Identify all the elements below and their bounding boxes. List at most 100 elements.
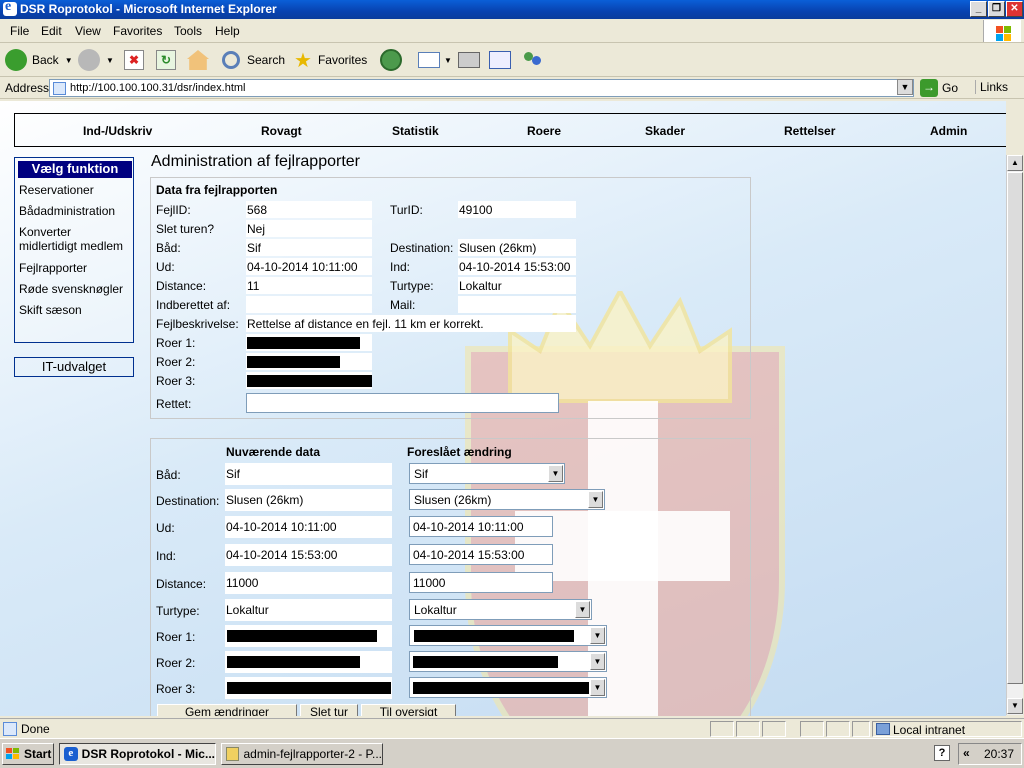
address-dropdown-button[interactable]: ▼: [897, 79, 913, 95]
nav-roere[interactable]: Roere: [527, 124, 561, 138]
destination-select[interactable]: Slusen (26km) ▼: [409, 489, 605, 510]
scroll-up-arrow-icon[interactable]: ▲: [1007, 155, 1023, 171]
favorites-button[interactable]: ★ Favorites: [294, 49, 367, 72]
back-to-overview-button[interactable]: Til oversigt: [361, 704, 456, 716]
refresh-icon: ↻: [156, 50, 176, 70]
menu-edit[interactable]: Edit: [41, 24, 62, 38]
messenger-button[interactable]: [522, 49, 544, 71]
menu-bar: File Edit View Favorites Tools Help: [0, 19, 1024, 43]
start-label: Start: [24, 747, 52, 761]
ind-input[interactable]: 04-10-2014 15:53:00: [409, 544, 553, 565]
roer3-select-redaction: [413, 682, 589, 694]
roer3-select[interactable]: ▼: [409, 677, 607, 698]
chevron-down-icon: ▼: [590, 653, 605, 670]
history-button[interactable]: [380, 49, 402, 71]
sidebar-item-konverter[interactable]: Konverter midlertidigt medlem: [19, 225, 123, 253]
menu-favorites[interactable]: Favorites: [113, 24, 162, 38]
back-label: Back: [32, 53, 59, 67]
baad-select-value: Sif: [414, 467, 429, 481]
back-arrow-icon: [5, 49, 27, 71]
search-icon: [222, 51, 240, 69]
home-icon: [187, 50, 209, 70]
nav-skader[interactable]: Skader: [645, 124, 685, 138]
go-button[interactable]: → Go: [920, 79, 958, 97]
scrollbar-thumb[interactable]: [1007, 172, 1023, 684]
home-button[interactable]: [187, 49, 209, 71]
nav-ind-udskriv[interactable]: Ind-/Udskriv: [83, 124, 152, 138]
refresh-button[interactable]: ↻: [156, 49, 176, 71]
sidebar-item-baadadministration[interactable]: Bådadministration: [19, 204, 115, 218]
cmp-roer1-redaction: [227, 630, 377, 642]
menu-help[interactable]: Help: [215, 24, 240, 38]
task-ie-window[interactable]: e DSR Roprotokol - Mic...: [59, 743, 216, 765]
start-button[interactable]: Start: [2, 743, 54, 765]
destination-value: Slusen (26km): [458, 239, 576, 256]
distance-value: 11: [246, 277, 372, 294]
menu-view[interactable]: View: [75, 24, 101, 38]
fejlbeskrivelse-value: Rettelse af distance en fejl. 11 km er k…: [246, 315, 576, 332]
rettet-input[interactable]: [246, 393, 559, 413]
page-icon: [3, 722, 17, 736]
ud-input[interactable]: 04-10-2014 10:11:00: [409, 516, 553, 537]
scroll-down-arrow-icon[interactable]: ▼: [1007, 698, 1023, 714]
sidebar: Vælg funktion Reservationer Bådadministr…: [14, 157, 134, 343]
cmp-baad-current: Sif: [225, 463, 392, 485]
baad-select[interactable]: Sif ▼: [409, 463, 565, 484]
help-icon[interactable]: ?: [934, 745, 950, 761]
roer1-redaction: [247, 337, 360, 349]
window-title-bar[interactable]: DSR Roprotokol - Microsoft Internet Expl…: [0, 0, 1024, 19]
it-udvalget-button[interactable]: IT-udvalget: [14, 357, 134, 377]
nav-statistik[interactable]: Statistik: [392, 124, 439, 138]
menu-tools[interactable]: Tools: [174, 24, 202, 38]
minimize-button[interactable]: _: [970, 1, 987, 17]
chevron-down-icon: ▼: [548, 465, 563, 482]
baad-value: Sif: [246, 239, 372, 256]
chevron-down-icon: ▼: [575, 601, 590, 618]
roer2-redaction: [247, 356, 340, 368]
links-button[interactable]: Links: [975, 80, 1008, 94]
menu-file[interactable]: File: [10, 24, 29, 38]
restore-button[interactable]: ❐: [988, 1, 1005, 17]
mail-button[interactable]: ▼: [418, 49, 452, 71]
sidebar-item-roede-svensknoegler[interactable]: Røde svensknøgler: [19, 282, 123, 296]
fejlid-value: 568: [246, 201, 372, 218]
stop-button[interactable]: ✖: [124, 49, 144, 71]
search-button[interactable]: Search: [222, 49, 285, 71]
roer1-select[interactable]: ▼: [409, 625, 607, 646]
status-segment: [762, 721, 786, 737]
forward-button[interactable]: ▼: [78, 49, 114, 71]
indberettet-label: Indberettet af:: [156, 298, 231, 312]
status-segment: [826, 721, 850, 737]
back-button[interactable]: Back ▼: [5, 49, 73, 71]
roer3-label: Roer 3:: [156, 374, 196, 388]
roer2-select[interactable]: ▼: [409, 651, 607, 672]
cmp-baad-label: Båd:: [156, 468, 181, 482]
clock: 20:37: [984, 747, 1015, 761]
task-ie-label: DSR Roprotokol - Mic...: [81, 747, 215, 761]
compare-panel: Nuværende data Foreslået ændring Båd: Si…: [150, 438, 751, 716]
taskbar: Start e DSR Roprotokol - Mic... admin-fe…: [0, 738, 1024, 768]
save-changes-button[interactable]: Gem ændringer: [157, 704, 297, 716]
address-bar: Address http://100.100.100.31/dsr/index.…: [0, 77, 1024, 99]
address-input[interactable]: http://100.100.100.31/dsr/index.html: [49, 79, 914, 97]
system-tray: « 20:37: [958, 743, 1022, 765]
print-button[interactable]: [458, 49, 480, 71]
cmp-roer2-redaction: [227, 656, 360, 668]
nav-rovagt[interactable]: Rovagt: [261, 124, 302, 138]
sidebar-item-reservationer[interactable]: Reservationer: [19, 183, 94, 197]
edit-button[interactable]: [489, 49, 511, 71]
vertical-scrollbar[interactable]: ▲ ▼: [1006, 155, 1023, 715]
close-button[interactable]: ✕: [1006, 1, 1023, 17]
turtype-select[interactable]: Lokaltur ▼: [409, 599, 592, 620]
task-paint-window[interactable]: admin-fejlrapporter-2 - P...: [221, 743, 383, 765]
address-label: Address: [5, 81, 50, 95]
nav-admin[interactable]: Admin: [930, 124, 967, 138]
nav-rettelser[interactable]: Rettelser: [784, 124, 835, 138]
indberettet-value: [246, 296, 372, 313]
tray-expand-icon[interactable]: «: [963, 746, 970, 760]
delete-trip-button[interactable]: Slet tur: [300, 704, 358, 716]
sidebar-item-fejlrapporter[interactable]: Fejlrapporter: [19, 261, 87, 275]
rettet-label: Rettet:: [156, 397, 192, 411]
sidebar-item-skift-saeson[interactable]: Skift sæson: [19, 303, 82, 317]
distance-input[interactable]: 11000: [409, 572, 553, 593]
